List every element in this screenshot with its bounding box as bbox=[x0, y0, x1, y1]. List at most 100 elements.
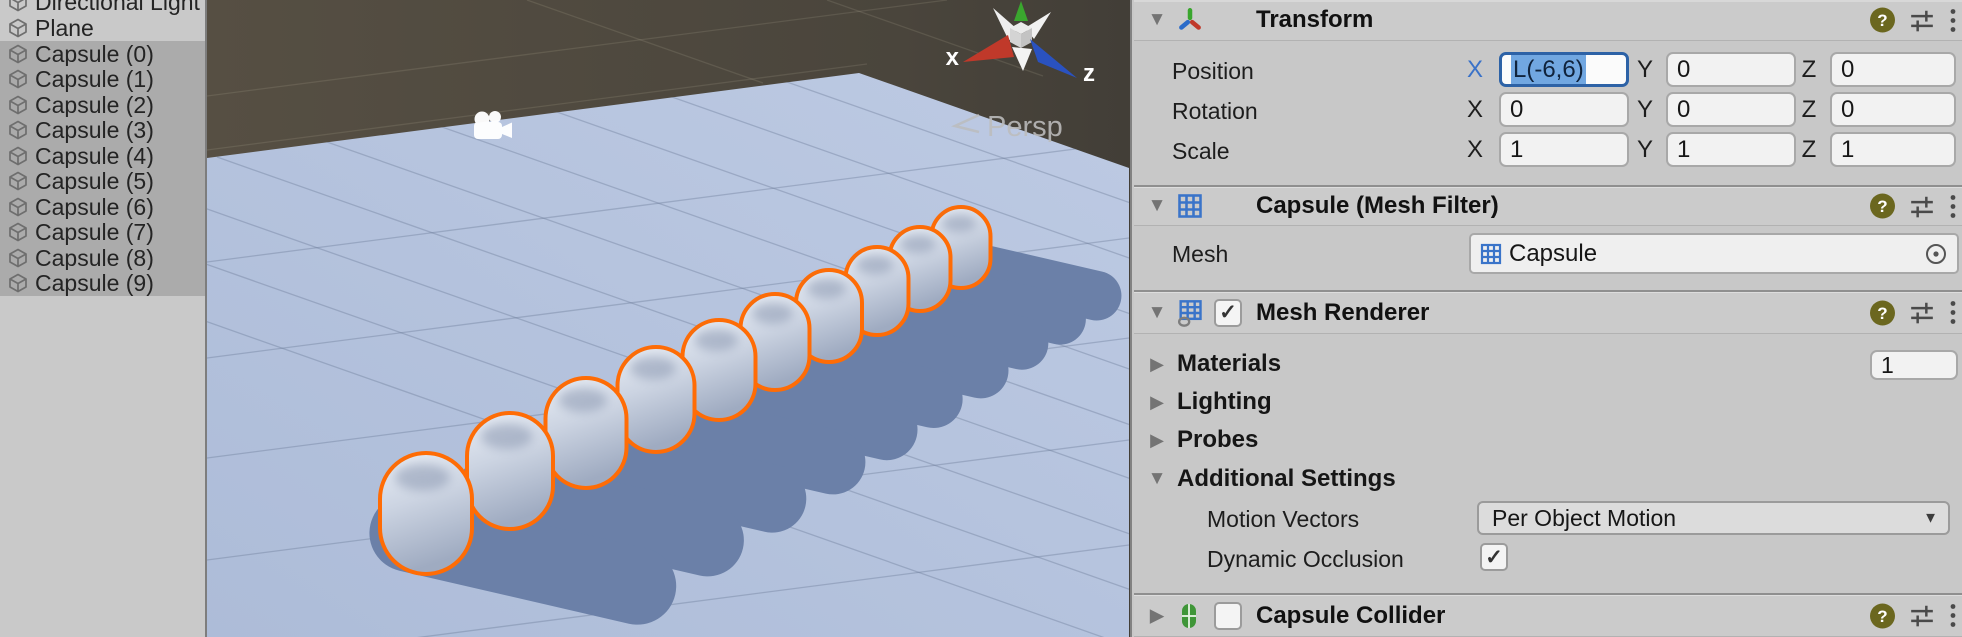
help-icon[interactable]: ? bbox=[1869, 299, 1896, 326]
scene-view[interactable]: x z Persp bbox=[207, 0, 1130, 637]
mesh-filter-header[interactable]: ▼ Capsule (Mesh Filter) ? bbox=[1134, 185, 1962, 226]
hierarchy-item-label: Directional Light bbox=[35, 0, 200, 15]
position-label: Position bbox=[1172, 58, 1254, 84]
svg-text:?: ? bbox=[1877, 197, 1887, 216]
axis-z-label[interactable]: Z bbox=[1797, 136, 1821, 164]
hierarchy-item-capsule-0[interactable]: Capsule (0) bbox=[0, 41, 205, 67]
gameobject-cube-icon bbox=[8, 120, 28, 140]
component-title: Capsule Collider bbox=[1256, 601, 1446, 629]
more-menu-icon[interactable] bbox=[1948, 603, 1958, 629]
hierarchy-item-label: Capsule (8) bbox=[35, 244, 154, 271]
foldout-closed-icon[interactable]: ▶ bbox=[1146, 604, 1168, 627]
hierarchy-item-capsule-6[interactable]: Capsule (6) bbox=[0, 194, 205, 220]
hierarchy-item-plane[interactable]: Plane bbox=[0, 15, 205, 41]
svg-text:?: ? bbox=[1877, 11, 1887, 30]
foldout-open-icon[interactable]: ▼ bbox=[1146, 9, 1168, 31]
motion-vectors-dropdown[interactable]: Per Object Motion ▼ bbox=[1477, 501, 1950, 535]
presets-icon[interactable] bbox=[1909, 7, 1935, 33]
capsule-top-shade bbox=[558, 387, 608, 413]
axis-x-label[interactable]: X bbox=[1463, 56, 1487, 84]
more-menu-icon[interactable] bbox=[1948, 300, 1958, 326]
hierarchy-item-directional-light[interactable]: Directional Light bbox=[0, 0, 205, 15]
rotation-z-field[interactable]: 0 bbox=[1830, 92, 1956, 127]
more-menu-icon[interactable] bbox=[1948, 7, 1958, 33]
gameobject-cube-icon bbox=[8, 222, 28, 242]
gameobject-cube-icon bbox=[8, 273, 28, 293]
capsule-top-shade bbox=[899, 234, 936, 254]
axis-x-label[interactable]: X bbox=[1463, 96, 1487, 124]
mesh-label: Mesh bbox=[1172, 241, 1229, 267]
mesh-value: Capsule bbox=[1509, 239, 1598, 267]
transform-icon bbox=[1179, 8, 1201, 30]
capsule-top-shade bbox=[806, 278, 847, 299]
position-y-field[interactable]: 0 bbox=[1666, 52, 1796, 87]
axis-z-label[interactable]: Z bbox=[1797, 56, 1821, 84]
rotation-label: Rotation bbox=[1172, 98, 1258, 124]
presets-icon[interactable] bbox=[1909, 193, 1935, 219]
lighting-foldout[interactable]: ▶ Lighting bbox=[1146, 388, 1272, 416]
gameobject-cube-icon bbox=[8, 171, 28, 191]
axis-y-label[interactable]: Y bbox=[1633, 136, 1657, 164]
materials-count-field[interactable]: 1 bbox=[1870, 350, 1958, 380]
help-icon[interactable]: ? bbox=[1869, 7, 1896, 34]
hierarchy-item-label: Plane bbox=[35, 14, 94, 41]
hierarchy-item-label: Capsule (3) bbox=[35, 116, 154, 143]
materials-foldout[interactable]: ▶ Materials bbox=[1146, 350, 1281, 378]
component-enabled-checkbox[interactable] bbox=[1214, 601, 1242, 630]
object-picker-icon[interactable] bbox=[1923, 241, 1949, 267]
capsule-top-shade bbox=[694, 329, 738, 351]
axis-x-label[interactable]: X bbox=[1463, 136, 1487, 164]
gameobject-cube-icon bbox=[8, 44, 28, 64]
hierarchy-item-label: Capsule (5) bbox=[35, 167, 154, 194]
motion-vectors-label: Motion Vectors bbox=[1207, 506, 1360, 532]
gizmo-x-label: x bbox=[946, 44, 960, 71]
foldout-open-icon[interactable]: ▼ bbox=[1146, 195, 1168, 217]
position-x-field[interactable]: L(-6,6) bbox=[1499, 52, 1629, 87]
hierarchy-item-capsule-9[interactable]: Capsule (9) bbox=[0, 270, 205, 296]
additional-settings-foldout[interactable]: ▼ Additional Settings bbox=[1146, 465, 1396, 493]
gameobject-cube-icon bbox=[8, 0, 28, 12]
gameobject-cube-icon bbox=[8, 95, 28, 115]
presets-icon[interactable] bbox=[1909, 603, 1935, 629]
capsule-top-shade bbox=[394, 463, 450, 491]
presets-icon[interactable] bbox=[1909, 300, 1935, 326]
mesh-renderer-header[interactable]: ▼ ✓ Mesh Renderer ? bbox=[1134, 290, 1962, 334]
axis-y-label[interactable]: Y bbox=[1633, 96, 1657, 124]
scale-x-field[interactable]: 1 bbox=[1499, 132, 1629, 167]
component-title: Transform bbox=[1256, 6, 1374, 33]
gameobject-cube-icon bbox=[8, 69, 28, 89]
hierarchy-item-capsule-7[interactable]: Capsule (7) bbox=[0, 219, 205, 245]
hierarchy-item-capsule-4[interactable]: Capsule (4) bbox=[0, 143, 205, 169]
component-title: Capsule (Mesh Filter) bbox=[1256, 192, 1499, 219]
transform-header[interactable]: ▼ Transform ? bbox=[1134, 0, 1962, 41]
capsule-top-shade bbox=[855, 254, 894, 275]
hierarchy-item-label: Capsule (0) bbox=[35, 40, 154, 67]
dynamic-occlusion-checkbox[interactable]: ✓ bbox=[1480, 543, 1508, 571]
hierarchy-item-capsule-8[interactable]: Capsule (8) bbox=[0, 245, 205, 271]
component-enabled-checkbox[interactable]: ✓ bbox=[1214, 298, 1242, 327]
dynamic-occlusion-label: Dynamic Occlusion bbox=[1207, 546, 1404, 572]
position-z-field[interactable]: 0 bbox=[1830, 52, 1956, 87]
mesh-filter-icon bbox=[1178, 194, 1202, 218]
hierarchy-item-capsule-5[interactable]: Capsule (5) bbox=[0, 168, 205, 194]
foldout-closed-icon: ▶ bbox=[1150, 429, 1164, 450]
scale-z-field[interactable]: 1 bbox=[1830, 132, 1956, 167]
foldout-open-icon[interactable]: ▼ bbox=[1146, 302, 1168, 324]
axis-y-label[interactable]: Y bbox=[1633, 56, 1657, 84]
hierarchy-panel: Directional Light Plane Capsule (0) Caps… bbox=[0, 0, 207, 637]
probes-foldout[interactable]: ▶ Probes bbox=[1146, 426, 1258, 454]
mesh-renderer-icon bbox=[1177, 299, 1202, 327]
mesh-object-field[interactable]: Capsule bbox=[1469, 233, 1959, 274]
help-icon[interactable]: ? bbox=[1869, 602, 1896, 629]
hierarchy-item-capsule-1[interactable]: Capsule (1) bbox=[0, 66, 205, 92]
help-icon[interactable]: ? bbox=[1869, 193, 1896, 220]
capsule-collider-header[interactable]: ▶ Capsule Collider ? bbox=[1134, 593, 1962, 637]
gameobject-cube-icon bbox=[8, 197, 28, 217]
more-menu-icon[interactable] bbox=[1948, 193, 1958, 219]
rotation-y-field[interactable]: 0 bbox=[1666, 92, 1796, 127]
scale-y-field[interactable]: 1 bbox=[1666, 132, 1796, 167]
axis-z-label[interactable]: Z bbox=[1797, 96, 1821, 124]
hierarchy-item-capsule-3[interactable]: Capsule (3) bbox=[0, 117, 205, 143]
hierarchy-item-capsule-2[interactable]: Capsule (2) bbox=[0, 92, 205, 118]
rotation-x-field[interactable]: 0 bbox=[1499, 92, 1629, 127]
